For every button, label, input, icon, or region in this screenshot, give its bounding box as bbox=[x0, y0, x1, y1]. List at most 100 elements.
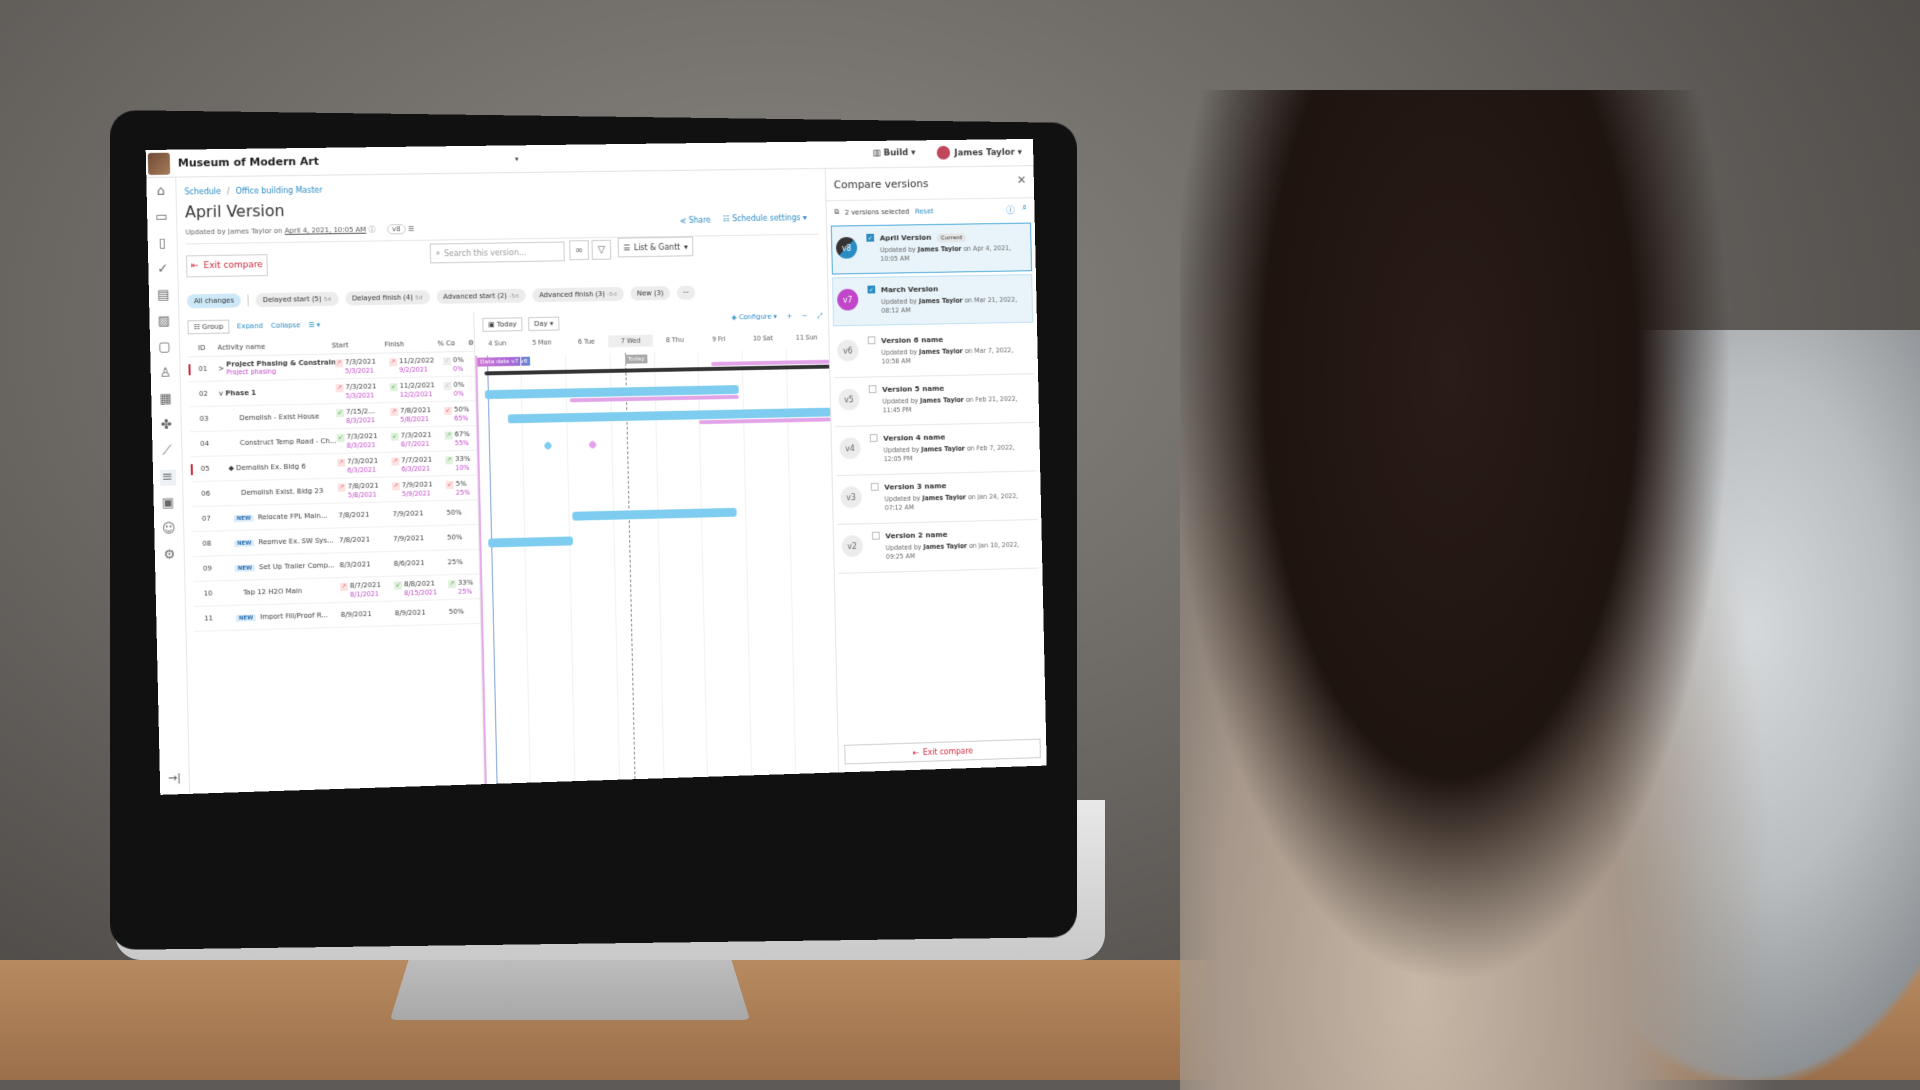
version-item[interactable]: v6 Version 6 name Updated by James Taylor … bbox=[833, 325, 1035, 379]
version-list-icon[interactable]: ☰ bbox=[408, 225, 414, 233]
gantt-bar-current[interactable] bbox=[572, 507, 737, 521]
close-icon[interactable]: ✕ bbox=[1017, 173, 1027, 187]
comment-icon[interactable]: ▢ bbox=[156, 340, 172, 356]
check-circle-icon[interactable]: ✓ bbox=[155, 262, 171, 278]
col-start[interactable]: Start bbox=[331, 340, 384, 349]
version-avatar: v4 bbox=[839, 437, 861, 460]
breadcrumb-office-building-master[interactable]: Office building Master bbox=[236, 186, 323, 196]
version-item[interactable]: v8 ✓ April Version Current Updated by James … bbox=[830, 222, 1033, 275]
help-icon[interactable]: ⓘ bbox=[1006, 203, 1015, 216]
version-checkbox[interactable] bbox=[869, 434, 878, 443]
panel-exit-compare-button[interactable]: ⇤ Exit compare bbox=[844, 738, 1041, 765]
col-id[interactable]: ID bbox=[188, 343, 218, 352]
filter-chip-label: Advanced start (2) bbox=[443, 291, 510, 301]
view-selector[interactable]: ☰ List & Gantt ▾ bbox=[617, 236, 694, 258]
report-icon[interactable]: ▣ bbox=[160, 495, 176, 511]
share-button[interactable]: ⋞ Share bbox=[680, 216, 711, 225]
today-button[interactable]: ▣ Today bbox=[482, 317, 523, 332]
version-name: Version 2 name bbox=[885, 529, 948, 541]
home-icon[interactable]: ⌂ bbox=[153, 184, 169, 200]
clipboard-icon[interactable]: ▤ bbox=[155, 288, 171, 304]
expander-icon[interactable]: > bbox=[218, 365, 226, 373]
gantt-bar-summary[interactable] bbox=[484, 364, 831, 376]
row-options-icon[interactable]: ☰ ▾ bbox=[308, 321, 320, 329]
project-name[interactable]: Museum of Modern Art bbox=[178, 155, 319, 170]
breadcrumb-schedule[interactable]: Schedule bbox=[184, 187, 221, 196]
filter-chip[interactable]: Delayed finish (4) 5d bbox=[344, 290, 430, 306]
version-text: Version 3 name Updated by James Taylor on… bbox=[884, 479, 1033, 513]
photos-icon[interactable]: ▨ bbox=[156, 314, 172, 330]
collapse-link[interactable]: Collapse bbox=[271, 321, 301, 329]
filter-chip-label: New (3) bbox=[636, 289, 664, 298]
zoom-in-icon[interactable]: + bbox=[787, 312, 793, 321]
gantt-milestone[interactable] bbox=[542, 440, 553, 451]
fullscreen-icon[interactable]: ⤢ bbox=[817, 312, 823, 321]
settings-icon[interactable]: ⚙ bbox=[161, 547, 177, 563]
configure-button[interactable]: ◈ Configure ▾ bbox=[732, 313, 778, 323]
version-item[interactable]: v7 ✓ March Version Updated by James Taylor … bbox=[831, 274, 1034, 327]
new-tag: NEW bbox=[234, 564, 256, 573]
version-checkbox[interactable] bbox=[867, 336, 876, 345]
gantt-day-4: 8 Thu bbox=[665, 336, 684, 345]
exit-compare-button[interactable]: ⇤ Exit compare bbox=[185, 254, 268, 278]
search-icon[interactable]: ⌕ bbox=[1022, 203, 1027, 216]
updated-date[interactable]: April 4, 2021, 10:05 AM bbox=[285, 226, 367, 235]
percent-complete-current: 50% bbox=[448, 607, 465, 616]
calendar-people-icon[interactable]: ▦ bbox=[158, 392, 174, 408]
version-checkbox[interactable] bbox=[871, 531, 880, 540]
start-date: ↗ 7/3/2021 5/3/2021 bbox=[334, 357, 390, 375]
schedule-icon[interactable]: ≡ bbox=[159, 469, 176, 486]
fan-icon[interactable]: ✤ bbox=[158, 418, 174, 434]
zoom-out-icon[interactable]: − bbox=[802, 312, 808, 321]
document-icon[interactable]: ▯ bbox=[154, 236, 170, 252]
version-meta: Updated by James Taylor on Apr 4, 2021, … bbox=[879, 244, 1012, 263]
filter-chip[interactable]: Delayed start (5) 5d bbox=[255, 291, 339, 308]
sheets-icon[interactable]: ▭ bbox=[154, 210, 170, 226]
col-finish[interactable]: Finish bbox=[384, 339, 437, 348]
new-tag: NEW bbox=[235, 614, 257, 623]
finish-date-previous: 8/15/2021 bbox=[404, 587, 437, 597]
data-date-v7-label: Data date v7 bbox=[480, 357, 519, 366]
schedule-settings-button[interactable]: ☷ Schedule settings ▾ bbox=[723, 213, 807, 223]
filter-chip[interactable]: ··· bbox=[676, 285, 696, 300]
user-menu[interactable]: James Taylor ▾ bbox=[936, 145, 1022, 160]
project-dropdown-caret-icon[interactable]: ▾ bbox=[515, 155, 519, 163]
stamp-icon[interactable]: ♙ bbox=[157, 366, 173, 382]
col-activity-name[interactable]: Activity name bbox=[217, 341, 331, 351]
gantt-milestone[interactable] bbox=[587, 439, 598, 450]
info-icon[interactable]: ⓘ bbox=[368, 226, 377, 234]
change-filter-chips: All changes Delayed start (5) 5d Delayed … bbox=[186, 285, 696, 309]
build-menu[interactable]: ▥ Build ▾ bbox=[872, 148, 915, 158]
chart-icon[interactable]: ⟋ bbox=[159, 444, 175, 460]
version-item[interactable]: v5 Version 5 name Updated by James Taylor … bbox=[834, 374, 1036, 428]
binoculars-button[interactable]: ∞ bbox=[569, 240, 590, 261]
filter-button[interactable]: ▽ bbox=[591, 239, 612, 260]
version-checkbox[interactable] bbox=[868, 385, 877, 394]
group-button[interactable]: ☷ Group bbox=[187, 319, 230, 335]
search-input[interactable]: ⌕ Search this version... bbox=[429, 241, 565, 264]
filter-chip[interactable]: New (3) bbox=[630, 286, 671, 301]
finish-date: ↗ 11/2/2022 9/2/2021 bbox=[389, 356, 443, 374]
search-icon: ⌕ bbox=[435, 248, 441, 258]
filter-chip[interactable]: All changes bbox=[186, 293, 242, 309]
version-item[interactable]: v3 Version 3 name Updated by James Taylor … bbox=[836, 471, 1038, 525]
version-item[interactable]: v4 Version 4 name Updated by James Taylor … bbox=[835, 422, 1037, 477]
expand-link[interactable]: Expand bbox=[237, 322, 263, 330]
collapse-nav-icon[interactable]: →| bbox=[168, 771, 181, 784]
version-checkbox[interactable]: ✓ bbox=[867, 285, 876, 294]
team-icon[interactable]: ☺ bbox=[161, 521, 177, 537]
finish-date: 8/9/2021 bbox=[395, 608, 449, 618]
col-percent-complete[interactable]: % Co bbox=[437, 339, 468, 347]
version-checkbox[interactable] bbox=[870, 482, 879, 491]
start-date-current: 7/8/2021 bbox=[338, 535, 371, 545]
data-date-v8-label: v8 bbox=[520, 357, 528, 365]
version-item[interactable]: v2 Version 2 name Updated by James Taylor … bbox=[837, 519, 1039, 574]
gantt-bar-current[interactable] bbox=[488, 536, 574, 548]
scale-select[interactable]: Day ▾ bbox=[528, 316, 560, 332]
filter-chip[interactable]: Advanced start (2) -5d bbox=[436, 288, 526, 304]
activity-title: Tap 12 H2O Main bbox=[243, 587, 303, 597]
filter-chip[interactable]: Advanced finish (3) -5d bbox=[532, 286, 624, 303]
percent-complete: 25% bbox=[448, 558, 479, 566]
version-checkbox[interactable]: ✓ bbox=[866, 233, 875, 242]
reset-link[interactable]: Reset bbox=[915, 207, 934, 215]
